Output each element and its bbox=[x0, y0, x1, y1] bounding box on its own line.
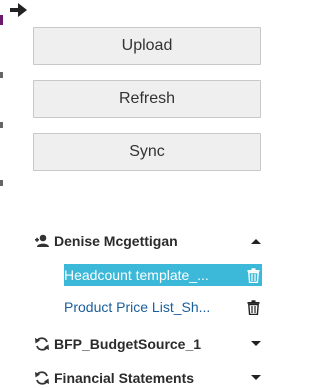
source-header-financial-statements[interactable]: Financial Statements bbox=[33, 367, 263, 388]
trash-icon[interactable] bbox=[246, 267, 260, 283]
user-icon bbox=[33, 232, 51, 250]
sync-button[interactable]: Sync bbox=[33, 133, 261, 171]
sync-icon bbox=[33, 335, 51, 353]
source-header-bfp[interactable]: BFP_BudgetSource_1 bbox=[33, 333, 263, 355]
edge-marker bbox=[0, 180, 3, 186]
user-section-header[interactable]: Denise Mcgettigan bbox=[33, 230, 263, 252]
file-item-product-price-list[interactable]: Product Price List_Sh... bbox=[64, 296, 262, 318]
edge-marker bbox=[0, 15, 3, 25]
source-label: BFP_BudgetSource_1 bbox=[54, 336, 202, 352]
arrow-right-icon bbox=[10, 3, 27, 17]
source-label: Financial Statements bbox=[54, 370, 195, 386]
refresh-button[interactable]: Refresh bbox=[33, 80, 261, 118]
user-name: Denise Mcgettigan bbox=[54, 233, 178, 249]
upload-button[interactable]: Upload bbox=[33, 27, 261, 65]
left-edge-strip bbox=[0, 0, 11, 388]
caret-up-icon[interactable] bbox=[249, 234, 263, 248]
caret-down-icon[interactable] bbox=[249, 371, 263, 385]
trash-icon[interactable] bbox=[246, 299, 260, 315]
sync-icon bbox=[33, 369, 51, 387]
edge-marker bbox=[0, 72, 3, 78]
file-label[interactable]: Product Price List_Sh... bbox=[64, 299, 224, 315]
file-label[interactable]: Headcount template_... bbox=[64, 267, 224, 283]
collapse-panel-button[interactable] bbox=[8, 0, 30, 20]
caret-down-icon[interactable] bbox=[249, 337, 263, 351]
edge-marker bbox=[0, 122, 3, 128]
file-item-headcount[interactable]: Headcount template_... bbox=[64, 264, 262, 286]
